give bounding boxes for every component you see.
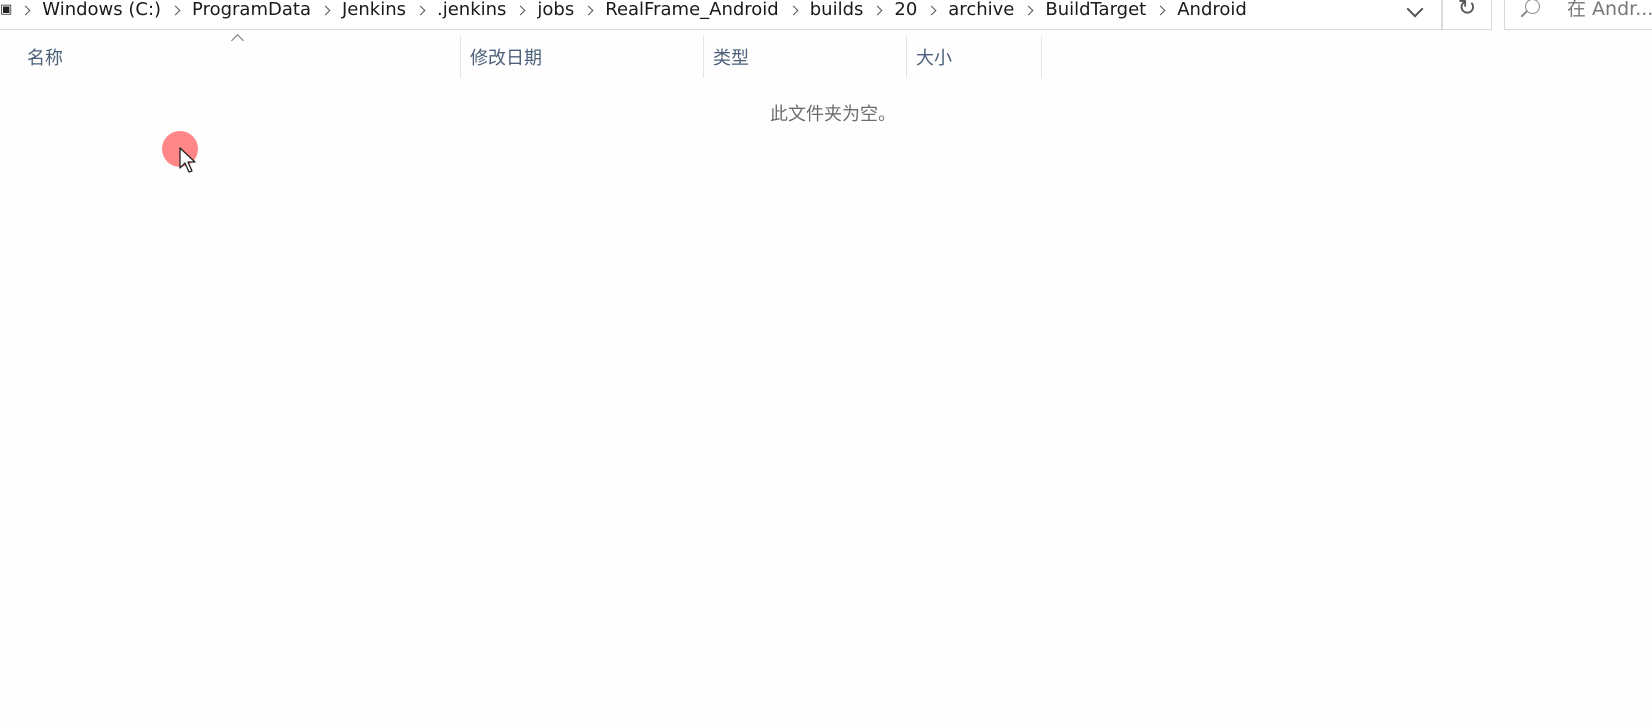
breadcrumb: ▣ Windows (C:) ProgramData Jenkins .jenk… xyxy=(0,0,1248,21)
chevron-down-icon[interactable] xyxy=(1406,0,1424,18)
breadcrumb-item[interactable]: BuildTarget xyxy=(1044,0,1147,20)
empty-folder-message: 此文件夹为空。 xyxy=(770,104,896,125)
chevron-right-icon[interactable] xyxy=(926,5,937,15)
search-placeholder: 在 Andr... xyxy=(1567,0,1652,20)
chevron-right-icon[interactable] xyxy=(20,5,31,15)
mouse-cursor-icon xyxy=(179,147,196,173)
breadcrumb-item[interactable]: Jenkins xyxy=(341,0,407,20)
breadcrumb-item[interactable]: 20 xyxy=(893,0,918,20)
chevron-right-icon[interactable] xyxy=(788,5,799,15)
breadcrumb-item[interactable]: .jenkins xyxy=(436,0,507,20)
chevron-right-icon[interactable] xyxy=(515,5,526,15)
column-divider[interactable] xyxy=(1041,36,1042,78)
breadcrumb-item[interactable]: builds xyxy=(809,0,865,20)
breadcrumb-item[interactable]: jobs xyxy=(536,0,575,20)
column-header-name[interactable]: 名称 xyxy=(17,36,460,78)
chevron-right-icon[interactable] xyxy=(415,5,426,15)
search-icon xyxy=(1525,0,1540,14)
breadcrumb-item[interactable]: ProgramData xyxy=(191,0,312,20)
chevron-right-icon[interactable] xyxy=(1023,5,1034,15)
breadcrumb-item[interactable]: archive xyxy=(947,0,1015,20)
breadcrumb-item[interactable]: Android xyxy=(1176,0,1248,20)
search-input[interactable]: 在 Andr... xyxy=(1504,0,1652,30)
refresh-icon: ↻ xyxy=(1457,0,1477,21)
column-header-type[interactable]: 类型 xyxy=(703,36,906,78)
breadcrumb-item[interactable]: RealFrame_Android xyxy=(604,0,779,20)
refresh-button[interactable]: ↻ xyxy=(1442,0,1492,30)
chevron-right-icon[interactable] xyxy=(1155,5,1166,15)
chevron-right-icon[interactable] xyxy=(170,5,181,15)
breadcrumb-item[interactable]: Windows (C:) xyxy=(41,0,162,20)
address-bar[interactable]: ▣ Windows (C:) ProgramData Jenkins .jenk… xyxy=(0,0,1442,30)
chevron-right-icon[interactable] xyxy=(583,5,594,15)
column-header-modified[interactable]: 修改日期 xyxy=(460,36,703,78)
column-header-size[interactable]: 大小 xyxy=(906,36,1041,78)
chevron-right-icon[interactable] xyxy=(872,5,883,15)
chevron-right-icon[interactable] xyxy=(320,5,331,15)
pc-icon[interactable]: ▣ xyxy=(0,2,12,17)
